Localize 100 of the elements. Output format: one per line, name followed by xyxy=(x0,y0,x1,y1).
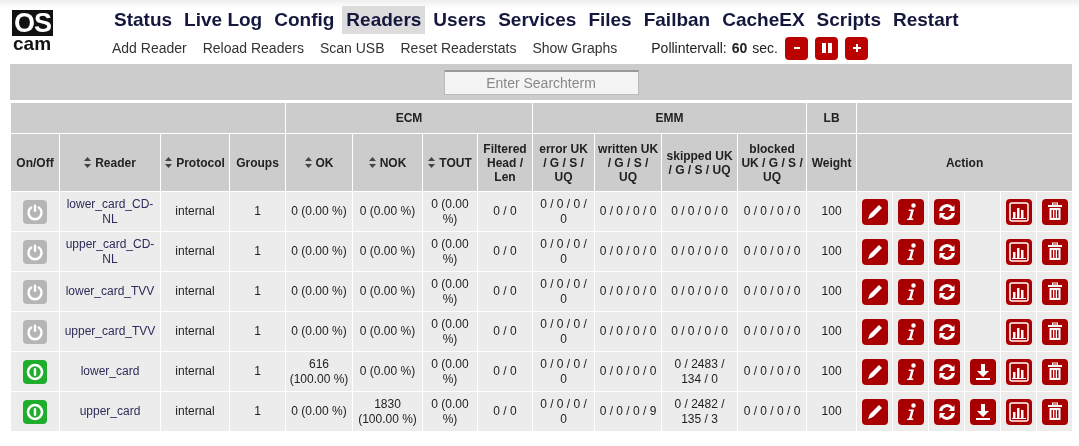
trash-icon[interactable] xyxy=(1041,358,1068,385)
column-heading: NOK xyxy=(379,155,407,170)
bar-chart-icon[interactable] xyxy=(1005,358,1032,385)
refresh-icon[interactable] xyxy=(933,398,960,425)
info-icon[interactable] xyxy=(897,278,924,305)
refresh-icon[interactable] xyxy=(933,198,960,225)
refresh-icon[interactable] xyxy=(933,358,960,385)
edit-icon[interactable] xyxy=(861,398,888,425)
nav-tab[interactable]: Files xyxy=(584,6,636,34)
nav-tab[interactable]: Services xyxy=(494,6,581,34)
sort-icon[interactable] xyxy=(428,157,436,168)
sort-icon[interactable] xyxy=(368,157,376,168)
info-icon[interactable] xyxy=(897,198,924,225)
nav-tab[interactable]: Readers xyxy=(342,6,426,34)
edit-icon[interactable] xyxy=(861,198,888,225)
table-cell: 0 / 0 / 0 / 0 xyxy=(671,284,728,298)
trash-icon[interactable] xyxy=(1041,278,1068,305)
bar-chart-icon[interactable] xyxy=(1005,318,1032,345)
trash-icon[interactable] xyxy=(1041,398,1068,425)
table-cell: 0 / 0 / 0 / 0 xyxy=(743,364,801,378)
table-cell: 0 (0.00 %) xyxy=(359,324,416,338)
sort-icon[interactable] xyxy=(304,157,312,168)
table-cell: 0 / 0 xyxy=(493,284,517,298)
download-icon[interactable] xyxy=(969,398,996,425)
table-cell: 0 / 0 / 0 / 0 xyxy=(599,284,657,298)
nav-tab[interactable]: Scripts xyxy=(812,6,885,34)
search-field[interactable]: Enter Searchterm xyxy=(443,69,639,95)
column-heading: Protocol xyxy=(176,155,225,170)
menu-link[interactable]: Add Reader xyxy=(112,40,187,56)
column-group-heading: EMM xyxy=(655,111,684,125)
menu-link[interactable]: Show Graphs xyxy=(532,40,618,56)
nav-tab[interactable]: CacheEX xyxy=(718,6,809,34)
column-heading: Action xyxy=(945,155,984,170)
trash-icon[interactable] xyxy=(1041,198,1068,225)
refresh-icon[interactable] xyxy=(933,278,960,305)
table-cell: internal xyxy=(175,244,215,258)
menu-link[interactable]: Reset Readerstats xyxy=(400,40,517,56)
table-cell: 0 (0.00 %) xyxy=(431,276,469,306)
table-cell: 0 (0.00 %) xyxy=(359,244,416,258)
trash-icon[interactable] xyxy=(1041,238,1068,265)
bar-chart-icon[interactable] xyxy=(1005,398,1032,425)
sort-icon[interactable] xyxy=(165,157,173,168)
edit-icon[interactable] xyxy=(861,238,888,265)
nav-tab[interactable]: Users xyxy=(429,6,491,34)
table-cell: 0 / 0 / 0 / 0 xyxy=(599,244,657,258)
table-cell: 0 / 0 / 0 / 0 xyxy=(540,236,587,266)
refresh-icon[interactable] xyxy=(933,318,960,345)
power-on-icon[interactable] xyxy=(23,359,47,384)
info-icon[interactable] xyxy=(897,398,924,425)
column-group-heading: LB xyxy=(823,111,840,125)
table-cell: 0 / 0 / 0 / 0 xyxy=(743,404,801,418)
table-cell: 0 / 0 / 0 / 0 xyxy=(743,244,801,258)
table-cell: 0 (0.00 %) xyxy=(431,396,469,426)
table-cell: 0 / 2483 / 134 / 0 xyxy=(674,356,725,386)
info-icon[interactable] xyxy=(897,318,924,345)
menu-link[interactable]: Scan USB xyxy=(319,40,385,56)
table-cell: 0 / 0 xyxy=(493,244,517,258)
menu-link[interactable]: Reload Readers xyxy=(202,40,304,56)
table-cell: 0 / 0 / 0 / 0 xyxy=(671,244,728,258)
table-cell: 0 / 0 / 0 / 0 xyxy=(599,364,657,378)
bar-chart-icon[interactable] xyxy=(1005,278,1032,305)
nav-tab[interactable]: Config xyxy=(270,6,339,34)
plus-button[interactable] xyxy=(845,36,868,60)
table-cell: internal xyxy=(175,364,215,378)
nav-tab[interactable]: Status xyxy=(110,6,177,34)
table-cell: 0 / 0 / 0 / 0 xyxy=(540,396,587,426)
sort-icon[interactable] xyxy=(84,157,92,168)
bar-chart-icon[interactable] xyxy=(1005,198,1032,225)
table-cell: 0 / 0 / 0 / 0 xyxy=(671,204,728,218)
edit-icon[interactable] xyxy=(861,278,888,305)
table-cell: 0 / 2482 / 135 / 3 xyxy=(674,396,725,426)
refresh-icon[interactable] xyxy=(933,238,960,265)
power-on-icon[interactable] xyxy=(23,399,47,424)
nav-tab[interactable]: Restart xyxy=(889,6,963,34)
table-cell: 100 xyxy=(821,404,842,418)
table-cell: 0 / 0 / 0 / 0 xyxy=(540,196,587,226)
bar-chart-icon[interactable] xyxy=(1005,238,1032,265)
edit-icon[interactable] xyxy=(861,318,888,345)
table-cell: 0 / 0 xyxy=(493,404,517,418)
info-icon[interactable] xyxy=(897,358,924,385)
minus-icon xyxy=(793,47,800,49)
nav-tab[interactable]: Live Log xyxy=(180,6,267,34)
table-cell: 1 xyxy=(254,364,261,378)
pause-button[interactable] xyxy=(815,36,838,60)
table-cell: 1 xyxy=(254,404,261,418)
column-heading: Weight xyxy=(811,155,852,170)
column-heading: written UK / G / S / UQ xyxy=(598,141,659,184)
column-heading: On/Off xyxy=(16,155,54,170)
edit-icon[interactable] xyxy=(861,358,888,385)
table-cell: 100 xyxy=(821,284,842,298)
table-cell: 0 / 0 / 0 / 0 xyxy=(540,316,587,346)
trash-icon[interactable] xyxy=(1041,318,1068,345)
nav-tab[interactable]: Failban xyxy=(639,6,715,34)
info-icon[interactable] xyxy=(897,238,924,265)
table-cell: internal xyxy=(175,324,215,338)
table-cell: 0 (0.00 %) xyxy=(431,196,469,226)
table-cell: 0 / 0 xyxy=(493,204,517,218)
download-icon[interactable] xyxy=(969,358,996,385)
minus-button[interactable] xyxy=(785,36,808,60)
table-cell: 0 (0.00 %) xyxy=(359,284,416,298)
